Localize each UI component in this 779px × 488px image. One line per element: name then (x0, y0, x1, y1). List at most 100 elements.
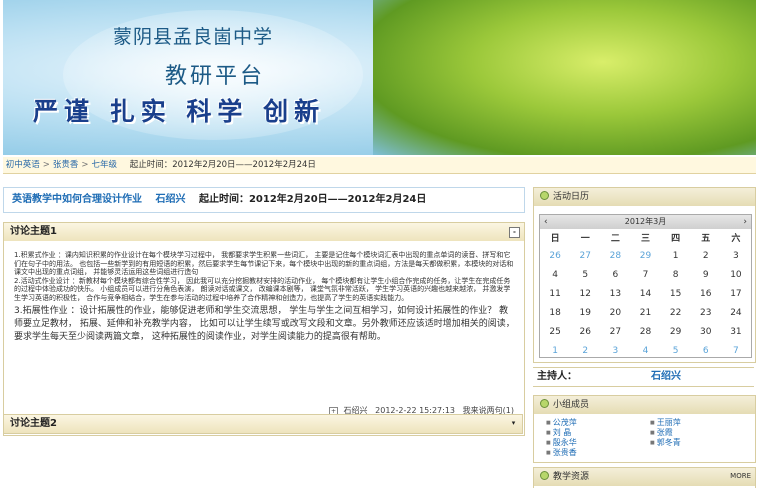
activity-title-bar: 英语教学中如何合理设计作业 石绍兴 起止时间：2012年2月20日——2012年… (3, 187, 525, 213)
calendar-day[interactable]: 29 (630, 246, 660, 265)
teaching-resources-panel: 教学资源 MORE (533, 467, 756, 488)
bullet-icon (540, 471, 549, 480)
calendar-day[interactable]: 6 (600, 265, 630, 284)
calendar-month: 2012年3月 (624, 217, 667, 226)
calendar-day[interactable]: 22 (661, 303, 691, 322)
chevron-down-icon[interactable]: ▾ (509, 419, 518, 428)
calendar-week-row: 1 2 3 4 5 6 7 (540, 341, 751, 360)
calendar-week-row: 18 19 20 21 22 23 24 (540, 303, 751, 322)
calendar-panel-title: 活动日历 (553, 192, 590, 202)
calendar-day[interactable]: 3 (600, 341, 630, 360)
activity-title[interactable]: 英语教学中如何合理设计作业 (12, 194, 142, 205)
member-link[interactable]: 张霞 (650, 428, 754, 438)
member-link[interactable]: 王丽萍 (650, 418, 754, 428)
calendar-day[interactable]: 9 (691, 265, 721, 284)
banner-leaves-image (373, 0, 756, 155)
site-banner: 蒙阴县孟良崮中学 教研平台 严谨 扎实 科学 创新 (3, 0, 756, 155)
calendar-day[interactable]: 28 (630, 322, 660, 341)
resources-panel-title: 教学资源 (553, 472, 590, 482)
topic-1-title: 讨论主题1 (10, 226, 57, 237)
weekday-label: 三 (630, 229, 661, 246)
calendar-panel-header: 活动日历 (534, 188, 755, 206)
member-link[interactable]: 刘 晶 (546, 428, 650, 438)
activity-calendar-panel: 活动日历 ‹ 2012年3月 › 日 一 二 三 四 五 六 26 27 28 … (533, 187, 756, 363)
calendar-day[interactable]: 7 (721, 341, 751, 360)
member-link[interactable]: 殷永华 (546, 438, 650, 448)
calendar-day[interactable]: 15 (661, 284, 691, 303)
calendar-day[interactable]: 25 (540, 322, 570, 341)
activity-period: 起止时间：2012年2月20日——2012年2月24日 (198, 194, 427, 205)
calendar-day[interactable]: 5 (661, 341, 691, 360)
host-row: 主持人： 石绍兴 (533, 367, 754, 387)
calendar-day[interactable]: 5 (570, 265, 600, 284)
calendar-day[interactable]: 17 (721, 284, 751, 303)
calendar-day[interactable]: 29 (661, 322, 691, 341)
calendar-day[interactable]: 12 (570, 284, 600, 303)
calendar: ‹ 2012年3月 › 日 一 二 三 四 五 六 26 27 28 29 1 … (539, 214, 752, 358)
members-column-2: 王丽萍 张霞 郭冬青 (650, 418, 754, 448)
calendar-day[interactable]: 19 (570, 303, 600, 322)
calendar-week-row: 26 27 28 29 1 2 3 (540, 246, 751, 265)
host-name[interactable]: 石绍兴 (651, 368, 681, 386)
breadcrumb-link-teacher[interactable]: 张贵香 (53, 160, 79, 170)
calendar-day[interactable]: 24 (721, 303, 751, 322)
calendar-day[interactable]: 23 (691, 303, 721, 322)
calendar-grid: 日 一 二 三 四 五 六 26 27 28 29 1 2 3 4 5 6 7 … (540, 229, 751, 360)
weekday-label: 一 (570, 229, 601, 246)
school-name: 蒙阴县孟良崮中学 (113, 26, 274, 48)
calendar-day[interactable]: 21 (630, 303, 660, 322)
calendar-day[interactable]: 31 (721, 322, 751, 341)
calendar-day[interactable]: 1 (540, 341, 570, 360)
activity-author[interactable]: 石绍兴 (155, 194, 185, 205)
calendar-day[interactable]: 1 (661, 246, 691, 265)
resources-panel-header: 教学资源 (534, 468, 755, 486)
breadcrumb-link-subject[interactable]: 初中英语 (6, 160, 40, 170)
member-link[interactable]: 张贵香 (546, 448, 650, 458)
calendar-day[interactable]: 20 (600, 303, 630, 322)
prev-month-icon[interactable]: ‹ (544, 215, 548, 229)
collapse-toggle-icon[interactable]: - (509, 227, 520, 238)
calendar-day[interactable]: 13 (600, 284, 630, 303)
calendar-day[interactable]: 4 (540, 265, 570, 284)
bullet-icon (540, 191, 549, 200)
calendar-day[interactable]: 30 (691, 322, 721, 341)
calendar-day[interactable]: 26 (570, 322, 600, 341)
member-link[interactable]: 公茂萍 (546, 418, 650, 428)
topic-1-header: 讨论主题1 - (4, 223, 524, 241)
calendar-weekday-row: 日 一 二 三 四 五 六 (540, 229, 751, 246)
members-panel-header: 小组成员 (534, 396, 755, 414)
calendar-day[interactable]: 4 (630, 341, 660, 360)
member-link[interactable]: 郭冬青 (650, 438, 754, 448)
calendar-day[interactable]: 2 (691, 246, 721, 265)
calendar-week-row: 4 5 6 7 8 9 10 (540, 265, 751, 284)
host-label: 主持人： (537, 371, 577, 382)
calendar-day[interactable]: 3 (721, 246, 751, 265)
calendar-day[interactable]: 10 (721, 265, 751, 284)
discussion-topic-2: 讨论主题2 ▾ (3, 414, 523, 436)
calendar-day[interactable]: 14 (630, 284, 660, 303)
discussion-topic-1: 讨论主题1 - 1.积累式作业 ：课内知识积累的作业设计在每个模块学习过程中， … (3, 222, 525, 436)
calendar-day[interactable]: 7 (630, 265, 660, 284)
calendar-week-row: 25 26 27 28 29 30 31 (540, 322, 751, 341)
next-month-icon[interactable]: › (743, 215, 747, 229)
calendar-day[interactable]: 2 (570, 341, 600, 360)
bullet-icon (540, 399, 549, 408)
calendar-day[interactable]: 27 (570, 246, 600, 265)
topic-2-header[interactable]: 讨论主题2 ▾ (3, 414, 523, 434)
platform-name: 教研平台 (165, 64, 266, 89)
calendar-day[interactable]: 26 (540, 246, 570, 265)
calendar-day[interactable]: 8 (661, 265, 691, 284)
calendar-week-row: 11 12 13 14 15 16 17 (540, 284, 751, 303)
calendar-day[interactable]: 6 (691, 341, 721, 360)
breadcrumb-link-grade[interactable]: 七年级 (91, 160, 117, 170)
members-list: 公茂萍 刘 晶 殷永华 张贵香 王丽萍 张霞 郭冬青 (534, 414, 755, 458)
calendar-day[interactable]: 28 (600, 246, 630, 265)
members-column-1: 公茂萍 刘 晶 殷永华 张贵香 (546, 418, 650, 458)
calendar-day[interactable]: 16 (691, 284, 721, 303)
calendar-day[interactable]: 18 (540, 303, 570, 322)
calendar-day[interactable]: 11 (540, 284, 570, 303)
more-link[interactable]: MORE (730, 472, 751, 480)
weekday-label: 五 (690, 229, 721, 246)
calendar-month-bar: ‹ 2012年3月 › (540, 215, 751, 229)
calendar-day[interactable]: 27 (600, 322, 630, 341)
